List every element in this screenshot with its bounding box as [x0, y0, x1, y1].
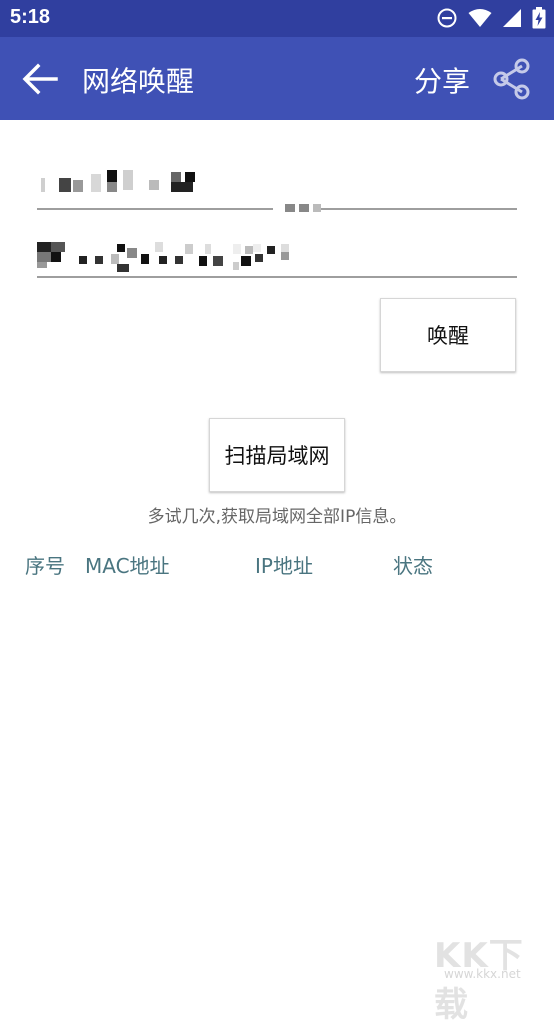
share-button[interactable]: 分享	[414, 60, 470, 100]
redacted-line-pixels	[285, 204, 321, 212]
status-time: 5:18	[10, 6, 51, 28]
column-header-index: 序号	[25, 554, 65, 578]
watermark-url: www.kkx.net	[444, 967, 521, 981]
share-icon[interactable]	[490, 57, 534, 101]
wifi-icon	[468, 9, 492, 27]
status-icons	[436, 6, 546, 30]
battery-charging-icon	[532, 7, 546, 29]
app-bar: 网络唤醒 分享	[0, 37, 554, 120]
status-bar: 5:18	[0, 0, 554, 37]
scan-lan-button[interactable]: 扫描局域网	[209, 418, 345, 492]
wake-button[interactable]: 唤醒	[380, 298, 516, 372]
column-header-ip: IP地址	[255, 554, 313, 578]
back-arrow-icon[interactable]	[20, 59, 60, 99]
column-header-status: 状态	[393, 554, 433, 578]
signal-icon	[503, 9, 521, 27]
ip-address-field[interactable]	[37, 166, 517, 212]
scan-hint-text: 多试几次,获取局域网全部IP信息。	[147, 507, 407, 527]
do-not-disturb-icon	[437, 8, 457, 28]
column-header-mac: MAC地址	[85, 554, 170, 578]
mac-address-field[interactable]	[37, 234, 517, 278]
page-title: 网络唤醒	[82, 65, 195, 98]
